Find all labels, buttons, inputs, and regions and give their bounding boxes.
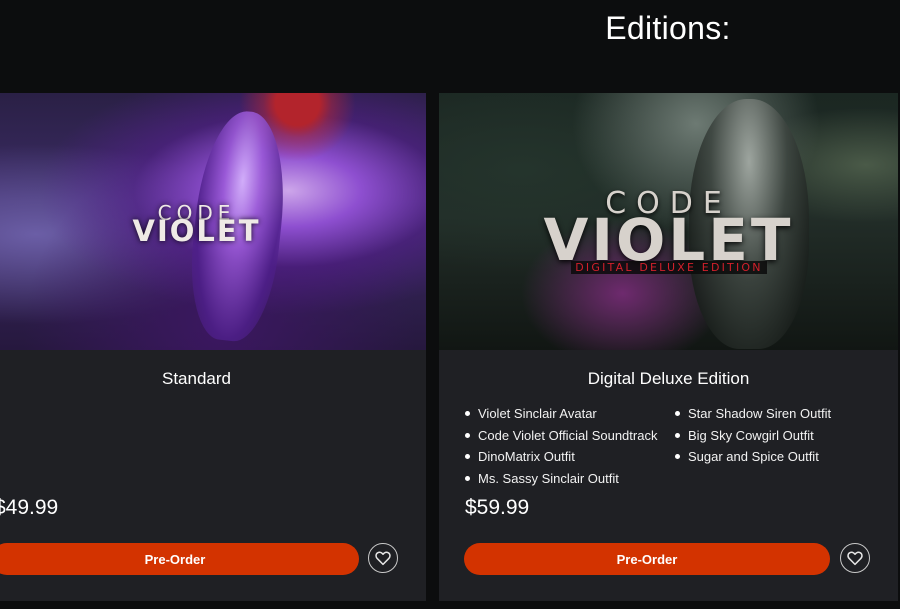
list-item: Big Sky Cowgirl Outfit — [675, 425, 875, 447]
list-item: DinoMatrix Outfit — [465, 446, 675, 468]
wishlist-button[interactable] — [840, 543, 870, 573]
deluxe-cover-art: CODE VIOLET DIGITAL DELUXE EDITION — [439, 93, 898, 350]
feature-list: Violet Sinclair Avatar Code Violet Offic… — [465, 403, 885, 489]
preorder-button[interactable]: Pre-Order — [0, 543, 359, 575]
list-item: Violet Sinclair Avatar — [465, 403, 675, 425]
wishlist-button[interactable] — [368, 543, 398, 573]
edition-price: $59.99 — [465, 496, 530, 519]
preorder-button[interactable]: Pre-Order — [464, 543, 830, 575]
section-title: Editions: — [605, 10, 731, 46]
heart-icon — [375, 551, 391, 566]
heart-icon — [847, 551, 863, 566]
standard-cover-art: CODE VIOLET — [0, 93, 426, 350]
list-item: Code Violet Official Soundtrack — [465, 425, 675, 447]
logo-line-violet: VIOLET — [132, 214, 261, 248]
feature-column-right: Star Shadow Siren Outfit Big Sky Cowgirl… — [675, 403, 875, 489]
edition-title: Digital Deluxe Edition — [587, 369, 750, 388]
edition-card-deluxe: CODE VIOLET DIGITAL DELUXE EDITION Digit… — [439, 93, 898, 601]
list-item: Ms. Sassy Sinclair Outfit — [465, 468, 675, 490]
edition-card-standard: CODE VIOLET Standard $49.99 Pre-Order — [0, 93, 426, 601]
edition-price: $49.99 — [0, 496, 59, 519]
list-item: Star Shadow Siren Outfit — [675, 403, 875, 425]
edition-title: Standard — [162, 369, 231, 388]
logo-line-edition: DIGITAL DELUXE EDITION — [571, 261, 767, 274]
list-item: Sugar and Spice Outfit — [675, 446, 875, 468]
editions-page: Editions: CODE VIOLET Standard $49.99 Pr… — [0, 0, 900, 609]
feature-column-left: Violet Sinclair Avatar Code Violet Offic… — [465, 403, 675, 489]
